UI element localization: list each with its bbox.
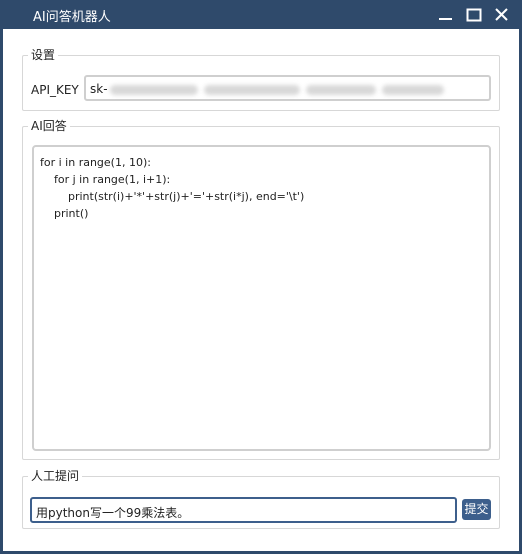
title-bar[interactable]: AI问答机器人 [0,0,522,29]
window-title: AI问答机器人 [33,10,111,25]
api-key-label: API_KEY [31,83,79,97]
api-key-input[interactable]: sk- [84,75,491,101]
close-button[interactable] [492,5,512,25]
question-group: 人工提问 用python写一个99乘法表。 提交 [22,469,500,529]
minimize-button[interactable] [436,5,456,25]
api-key-value: sk- [90,82,108,96]
redaction-mask [204,85,300,95]
question-input-value: 用python写一个99乘法表。 [36,506,190,520]
app-window: AI问答机器人 设置 API_KEY sk- AI回答 for i in ran… [0,0,522,554]
close-icon [495,8,508,21]
answer-group-label: AI回答 [28,119,70,133]
maximize-button[interactable] [464,5,484,25]
minimize-icon [439,18,452,20]
redaction-mask [306,85,376,95]
submit-button[interactable]: 提交 [462,499,491,520]
question-group-label: 人工提问 [28,469,83,483]
settings-group-label: 设置 [28,48,59,62]
answer-group: AI回答 for i in range(1, 10): for j in ran… [22,119,500,460]
client-area: 设置 API_KEY sk- AI回答 for i in range(1, 10… [3,29,519,551]
answer-textbox[interactable]: for i in range(1, 10): for j in range(1,… [32,145,491,451]
redaction-mask [382,85,444,95]
answer-content: for i in range(1, 10): for j in range(1,… [40,156,305,220]
redaction-mask [110,85,198,95]
question-input[interactable]: 用python写一个99乘法表。 [30,497,457,523]
maximize-icon [466,8,482,22]
settings-group: 设置 API_KEY sk- [22,48,500,111]
